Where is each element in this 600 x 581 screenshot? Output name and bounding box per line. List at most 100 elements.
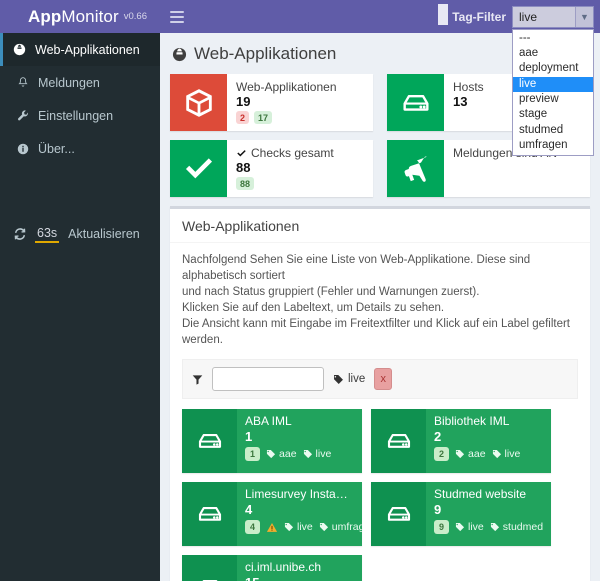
app-card-body: ABA IML 1 1 aae live: [237, 409, 362, 473]
app-card-tag[interactable]: live: [303, 448, 332, 460]
app-card[interactable]: ci.iml.unibe.ch1515livedeployment: [182, 555, 362, 581]
tag-icon: [490, 522, 500, 532]
app-card-tag[interactable]: live: [284, 521, 313, 533]
app-card-title[interactable]: Bibliothek IML: [434, 414, 545, 429]
app-card[interactable]: Studmed website 9 9 live studmed: [371, 482, 551, 546]
filter-bar: live x: [182, 359, 578, 399]
app-card-tag-label: live: [297, 521, 313, 533]
filter-icon: [192, 374, 203, 385]
dropdown-option-live[interactable]: live: [513, 76, 593, 93]
warning-icon: [266, 522, 278, 533]
app-card-tag-label: live: [504, 448, 521, 460]
brand-logo[interactable]: AppMonitor v0.66: [0, 0, 160, 33]
tag-icon: [455, 522, 465, 532]
dropdown-option-deployment[interactable]: deployment: [513, 61, 593, 76]
infobox-number: 19: [236, 94, 251, 109]
server-icon: [182, 482, 237, 546]
wrench-icon: [16, 109, 29, 122]
chevron-down-icon[interactable]: ▼: [575, 6, 593, 27]
app-card-tags: 1 aae live: [245, 447, 356, 461]
app-card-tag[interactable]: umfragen: [319, 521, 362, 533]
tag-filter-label: Tag-Filter: [438, 4, 506, 25]
app-card-number: 9: [434, 502, 442, 517]
freetext-filter-input[interactable]: [212, 367, 324, 391]
panel-header: Web-Applikationen: [170, 209, 590, 243]
infobox-body: Web-Applikationen 19 2 17: [227, 74, 373, 131]
active-tag-chip[interactable]: live: [333, 373, 365, 385]
tag-filter-text: Tag-Filter: [452, 9, 506, 24]
app-card-tag-label: live: [468, 521, 484, 533]
tag-filter-dropdown[interactable]: --- aae deployment live preview stage studmed u…: [512, 28, 594, 156]
server-icon: [387, 74, 444, 131]
infobox-label-text: Hosts: [453, 80, 484, 94]
app-card-tag[interactable]: live: [492, 448, 521, 460]
sidebar-item-label: Über...: [38, 141, 75, 156]
sidebar-item-label: Meldungen: [38, 75, 100, 90]
infobox-label: Checks gesamt: [236, 146, 365, 160]
panel-title: Web-Applikationen: [182, 218, 300, 234]
app-card-number: 2: [434, 429, 442, 444]
tag-filter-select[interactable]: live ▼: [512, 5, 594, 28]
app-card-tag[interactable]: studmed: [490, 521, 543, 533]
app-card-title[interactable]: ABA IML: [245, 414, 356, 429]
app-card[interactable]: Limesurvey Insta…44liveumfragen: [182, 482, 362, 546]
navbar: Tag-Filter live ▼ --- aae deployment live pr…: [160, 0, 600, 156]
remove-tag-filter-button[interactable]: x: [374, 368, 393, 390]
infobox-body: Checks gesamt 88 88: [227, 140, 373, 197]
app-card-tag[interactable]: aae: [266, 448, 297, 460]
app-card-title[interactable]: Studmed website: [434, 487, 545, 502]
brand-name: AppMonitor: [28, 7, 119, 27]
sidebar-item-label: Web-Applikationen: [35, 42, 140, 57]
brand-version: v0.66: [123, 10, 147, 22]
description-line: Die Ansicht kann mit Eingabe im Freitext…: [182, 318, 570, 346]
dropdown-option-umfragen[interactable]: umfragen: [513, 138, 593, 153]
server-icon: [371, 409, 426, 473]
app-card-tags: 2 aae live: [434, 447, 545, 461]
app-card[interactable]: ABA IML 1 1 aae live: [182, 409, 362, 473]
app-card-tag-label: live: [315, 448, 332, 460]
app-card-tag[interactable]: aae: [455, 448, 486, 460]
infobox-badge: 88: [236, 177, 255, 190]
tag-icon: [284, 522, 294, 532]
description-line: Klicken Sie auf den Labeltext, um Detail…: [182, 302, 445, 314]
app-card-tag-label: umfragen: [331, 521, 362, 533]
sidebar-item-meldungen[interactable]: Meldungen: [0, 66, 160, 99]
tag-filter-select-wrap: live ▼ --- aae deployment live preview stage s…: [512, 5, 594, 156]
sidebar-item-einstellungen[interactable]: Einstellungen: [0, 99, 160, 132]
check-icon: [236, 148, 247, 159]
dropdown-option-aae[interactable]: aae: [513, 46, 593, 61]
dropdown-option-stage[interactable]: stage: [513, 107, 593, 122]
refresh-row[interactable]: 63s Aktualisieren: [0, 220, 160, 248]
dropdown-option-none[interactable]: ---: [513, 31, 593, 46]
app-card-badge: 9: [434, 520, 450, 534]
tag-icon: [333, 374, 344, 385]
infobox[interactable]: Checks gesamt 88 88: [170, 140, 373, 197]
infobox-badge: 17: [254, 111, 273, 124]
dropdown-option-preview[interactable]: preview: [513, 92, 593, 107]
active-tag-label: live: [348, 373, 366, 385]
sidebar: Web-Applikationen Meldungen Einstellungen Ü…: [0, 33, 160, 581]
refresh-label: Aktualisieren: [68, 227, 140, 241]
app-card-tag[interactable]: live: [455, 521, 484, 533]
hamburger-icon[interactable]: [170, 10, 184, 23]
infobox-number: 88: [236, 160, 251, 175]
app-card-badge: 2: [434, 447, 450, 461]
check-icon: [170, 140, 227, 197]
app-root: AppMonitor v0.66 Tag-Filter live ▼ --- aa…: [0, 0, 600, 581]
app-card-title[interactable]: ci.iml.unibe.ch: [245, 560, 356, 575]
infobox-badges: 88: [236, 177, 365, 190]
page-title-text: Web-Applikationen: [194, 44, 337, 63]
megaphone-icon: [387, 140, 444, 197]
sidebar-item--ber[interactable]: Über...: [0, 132, 160, 165]
bell-icon: [16, 76, 29, 89]
infobox[interactable]: Web-Applikationen 19 2 17: [170, 74, 373, 131]
dropdown-option-studmed[interactable]: studmed: [513, 123, 593, 138]
app-card-body: ci.iml.unibe.ch1515livedeployment: [237, 555, 362, 581]
infobox-label-text: Web-Applikationen: [236, 80, 337, 94]
sidebar-item-web-applikationen[interactable]: Web-Applikationen: [0, 33, 160, 66]
description-line: Nachfolgend Sehen Sie eine Liste von Web…: [182, 254, 531, 282]
tag-filter-select-value: live: [519, 9, 538, 24]
top-header: AppMonitor v0.66 Tag-Filter live ▼ --- aa…: [0, 0, 600, 156]
app-card-title[interactable]: Limesurvey Insta…: [245, 487, 356, 502]
app-card[interactable]: Bibliothek IML 2 2 aae live: [371, 409, 551, 473]
